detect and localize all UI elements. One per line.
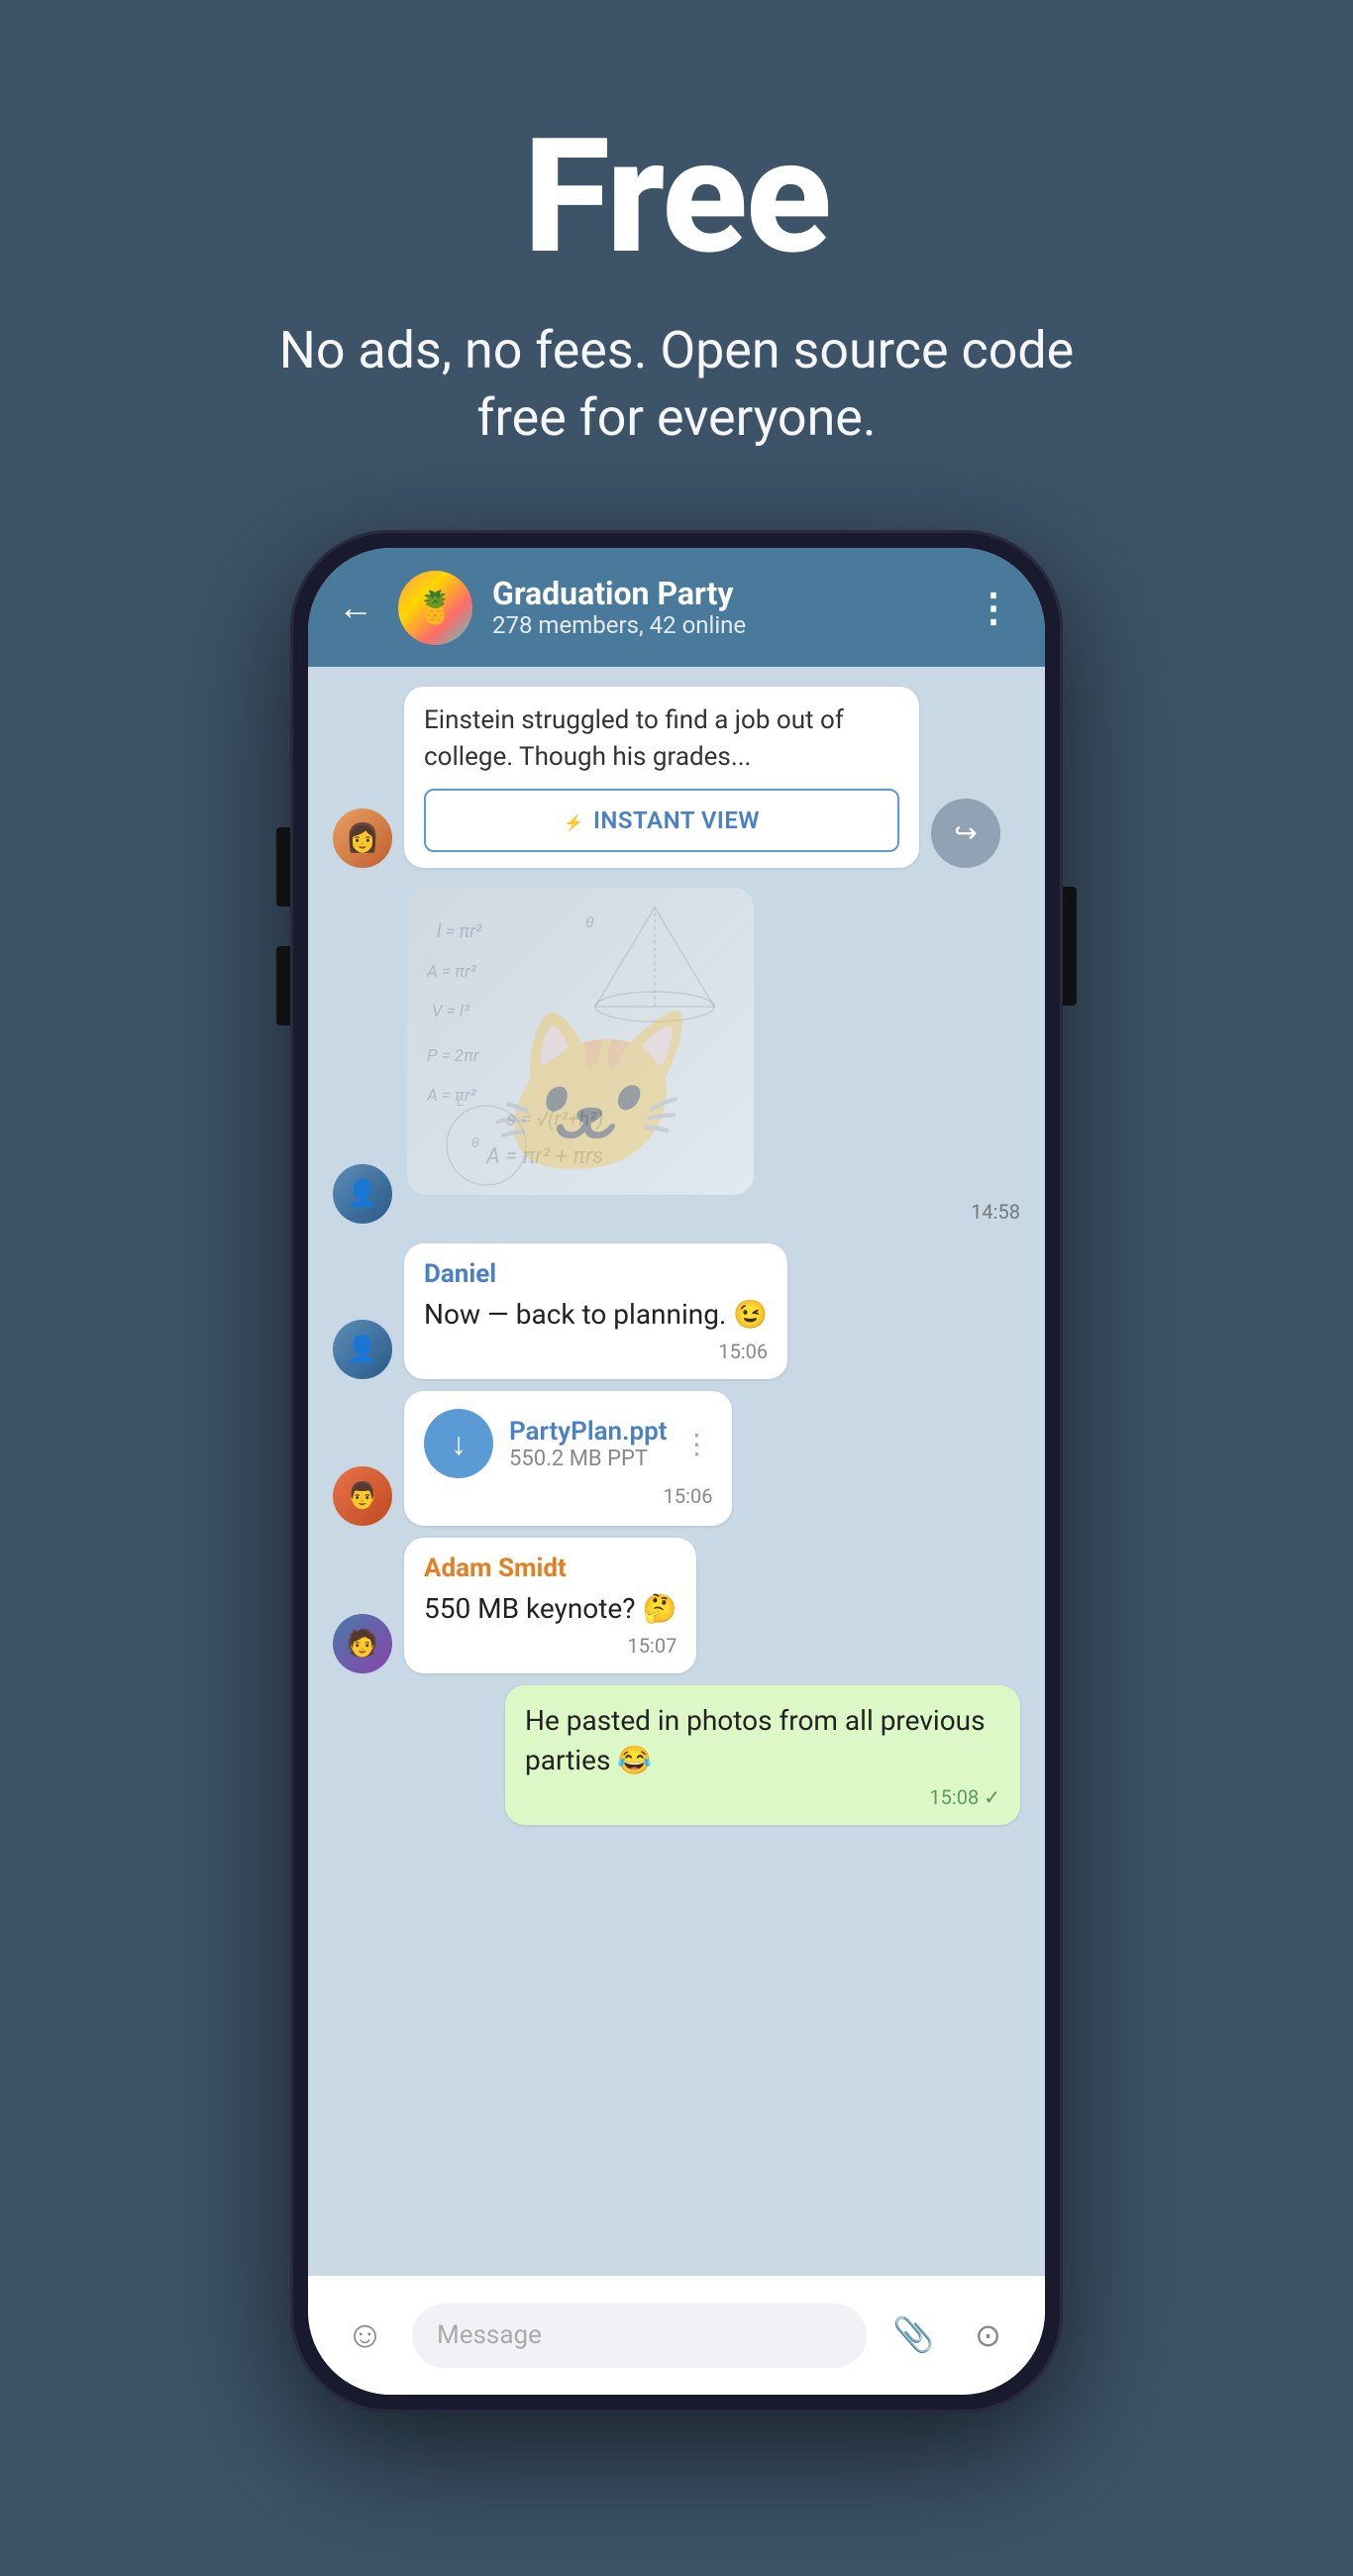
svg-text:V = l³: V = l³ (432, 1002, 470, 1021)
sticker-timestamp: 14:58 (407, 1200, 1020, 1224)
file-options-icon[interactable]: ⋮ (682, 1428, 712, 1460)
camera-icon: ⊙ (975, 2316, 1001, 2354)
math-background: l = πr² θ A = πr² V = l³ P = 2πr A = πr²… (407, 888, 754, 1195)
telegram-app: ← 🍍 Graduation Party 278 members, 42 onl… (308, 548, 1045, 2395)
hero-section: Free No ads, no fees. Open source code f… (152, 0, 1201, 510)
sticker-message-row: 👤 l = πr² θ A = πr² V = l³ (407, 888, 1020, 1224)
message-placeholder: Message (437, 2320, 542, 2350)
power-button (1063, 887, 1077, 1006)
sender-name: Adam Smidt (424, 1554, 676, 1583)
volume-down-button (276, 946, 290, 1025)
sticker-bubble: l = πr² θ A = πr² V = l³ P = 2πr A = πr²… (407, 888, 754, 1195)
table-row: 👩 Einstein struggled to find a job out o… (333, 687, 1020, 868)
message-time: 15:08 ✓ (525, 1785, 1000, 1809)
cat-sticker: 🐱 (481, 1017, 678, 1175)
download-icon: ↓ (451, 1425, 467, 1462)
svg-text:l = πr²: l = πr² (437, 921, 482, 942)
group-name: Graduation Party (492, 577, 954, 611)
camera-button[interactable]: ⊙ (961, 2308, 1015, 2363)
file-bubble: ↓ PartyPlan.ppt 550.2 MB PPT ⋮ 15:06 (404, 1391, 732, 1526)
message-input[interactable]: Message (412, 2304, 867, 2368)
message-input-bar: ☺ Message 📎 ⊙ (308, 2276, 1045, 2395)
chat-messages: 👩 Einstein struggled to find a job out o… (308, 667, 1045, 2276)
instant-view-bubble: Einstein struggled to find a job out of … (404, 687, 919, 868)
outgoing-message-bubble: He pasted in photos from all previous pa… (505, 1685, 1020, 1824)
svg-text:θ: θ (585, 912, 594, 931)
group-members: 278 members, 42 online (492, 611, 954, 639)
more-options-button[interactable]: ⋮ (974, 585, 1015, 631)
svg-text:P = 2πr: P = 2πr (427, 1046, 479, 1066)
phone-frame: ← 🍍 Graduation Party 278 members, 42 onl… (290, 530, 1063, 2413)
file-info: PartyPlan.ppt 550.2 MB PPT (509, 1417, 667, 1471)
emoji-icon: ☺ (346, 2313, 384, 2357)
message-bubble: Daniel Now — back to planning. 😉 15:06 (404, 1243, 787, 1379)
message-bubble: Adam Smidt 550 MB keynote? 🤔 15:07 (404, 1538, 696, 1673)
share-icon: ↪ (954, 816, 977, 849)
share-button[interactable]: ↪ (931, 799, 1000, 868)
message-time: 15:06 (424, 1340, 768, 1363)
group-avatar: 🍍 (398, 571, 472, 645)
read-receipt-icon: ✓ (984, 1785, 1000, 1809)
emoji-button[interactable]: ☺ (338, 2308, 392, 2363)
message-time: 15:07 (424, 1634, 676, 1658)
header-info: Graduation Party 278 members, 42 online (492, 577, 954, 639)
avatar: 👩 (333, 808, 392, 868)
hero-subtitle: No ads, no fees. Open source code free f… (231, 317, 1122, 451)
svg-text:A = πr²: A = πr² (426, 962, 477, 982)
file-time: 15:06 (424, 1484, 712, 1508)
attach-button[interactable]: 📎 (886, 2308, 941, 2363)
hero-title: Free (231, 119, 1122, 277)
message-text: He pasted in photos from all previous pa… (525, 1701, 1000, 1778)
download-button[interactable]: ↓ (424, 1409, 493, 1478)
chat-header: ← 🍍 Graduation Party 278 members, 42 onl… (308, 548, 1045, 667)
svg-text:θ: θ (471, 1135, 479, 1151)
article-preview-text: Einstein struggled to find a job out of … (424, 702, 899, 775)
table-row: 🧑 Adam Smidt 550 MB keynote? 🤔 15:07 (333, 1538, 1020, 1673)
phone-mockup: ← 🍍 Graduation Party 278 members, 42 onl… (290, 530, 1063, 2413)
file-row: ↓ PartyPlan.ppt 550.2 MB PPT ⋮ (424, 1409, 712, 1478)
paperclip-icon: 📎 (892, 2315, 934, 2355)
back-button[interactable]: ← (338, 587, 373, 628)
table-row: 👨 ↓ PartyPlan.ppt 550.2 MB PPT (333, 1391, 1020, 1526)
avatar: 👤 (333, 1320, 392, 1379)
avatar: 🧑 (333, 1614, 392, 1673)
table-row: 👤 Daniel Now — back to planning. 😉 15:06 (333, 1243, 1020, 1379)
svg-text:A = πr²: A = πr² (426, 1086, 477, 1106)
phone-screen: ← 🍍 Graduation Party 278 members, 42 onl… (308, 548, 1045, 2395)
message-text: Now — back to planning. 😉 (424, 1295, 768, 1334)
svg-text:L: L (457, 1094, 464, 1110)
lightning-icon: ⚡ (564, 813, 583, 832)
file-size: 550.2 MB PPT (509, 1447, 667, 1471)
instant-view-label: INSTANT VIEW (593, 806, 760, 834)
avatar: 👨 (333, 1466, 392, 1526)
avatar: 👤 (333, 1164, 392, 1224)
file-name: PartyPlan.ppt (509, 1417, 667, 1447)
instant-view-button[interactable]: ⚡ INSTANT VIEW (424, 789, 899, 852)
sender-name: Daniel (424, 1259, 768, 1289)
volume-up-button (276, 827, 290, 907)
message-text: 550 MB keynote? 🤔 (424, 1589, 676, 1628)
table-row: He pasted in photos from all previous pa… (333, 1685, 1020, 1824)
